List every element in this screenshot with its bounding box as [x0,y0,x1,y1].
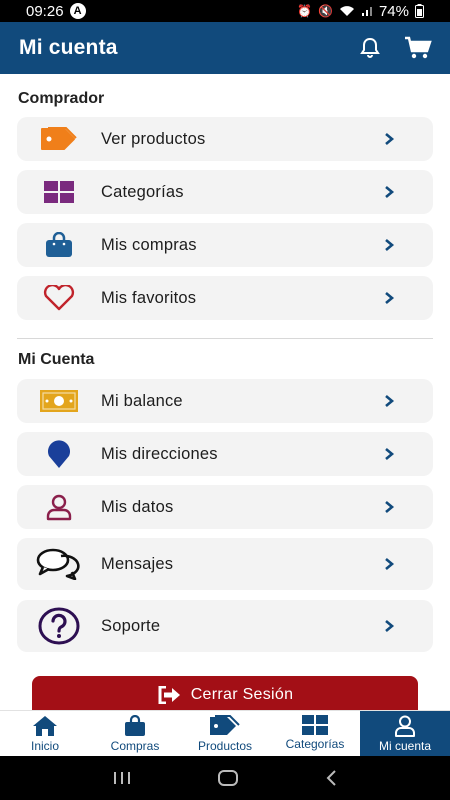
chevron-right-icon [385,558,395,570]
logout-label: Cerrar Sesión [190,686,294,703]
chat-icon [35,547,83,581]
nav-item-inicio[interactable]: Inicio [0,711,90,756]
account-menu: Comprador Ver productos Categorías Mis c… [0,74,450,710]
menu-item-soporte[interactable]: Soporte [17,600,433,652]
bell-icon[interactable] [358,36,382,60]
menu-item-mis-datos[interactable]: Mis datos [17,485,433,529]
menu-item-mis-favoritos[interactable]: Mis favoritos [17,276,433,320]
status-right: ⏰ 🔇 74% [297,3,424,20]
section-divider [17,338,433,339]
tags-icon [210,715,240,735]
menu-item-label: Mensajes [101,554,174,573]
menu-item-label: Soporte [101,616,161,635]
section-title-comprador: Comprador [18,90,105,107]
grid-icon [39,175,79,209]
nav-label: Categorías [285,737,345,751]
menu-item-label: Categorías [101,182,184,201]
menu-item-label: Mis compras [101,235,197,254]
menu-item-label: Mi balance [101,391,183,410]
battery-icon [415,4,424,18]
menu-item-mis-compras[interactable]: Mis compras [17,223,433,267]
chevron-right-icon [385,239,395,251]
chevron-right-icon [385,620,395,632]
status-bar: 09:26 A ⏰ 🔇 74% [0,0,450,22]
chevron-right-icon [385,395,395,407]
menu-item-ver-productos[interactable]: Ver productos [17,117,433,161]
logout-button[interactable]: Cerrar Sesión [32,676,418,710]
menu-item-label: Mis favoritos [101,288,197,307]
sign-out-icon [158,686,180,704]
status-indicator-icon: A [69,3,86,19]
nav-item-compras[interactable]: Compras [90,711,180,756]
back-icon[interactable] [324,769,338,787]
nav-item-productos[interactable]: Productos [180,711,270,756]
heart-icon [39,281,79,315]
app-actions [358,36,432,60]
nav-item-mi-cuenta[interactable]: Mi cuenta [360,711,450,756]
shopping-bag-icon [125,715,145,736]
help-icon [37,606,81,646]
nav-label: Compras [110,739,160,753]
tag-icon [39,122,79,156]
menu-item-mis-direcciones[interactable]: Mis direcciones [17,432,433,476]
bottom-nav: Inicio Compras Productos Categorías Mi c… [0,710,450,756]
mute-icon: 🔇 [318,4,333,18]
map-pin-icon [39,437,79,471]
home-button-icon[interactable] [217,769,239,787]
shopping-bag-icon [39,228,79,262]
nav-item-categorias[interactable]: Categorías [270,711,360,756]
menu-item-mensajes[interactable]: Mensajes [17,538,433,590]
status-time: 09:26 [26,2,64,20]
user-icon [395,715,415,737]
grid-icon [302,715,328,735]
app-bar: Mi cuenta [0,22,450,74]
cart-icon[interactable] [404,36,432,60]
system-nav-bar [0,756,450,800]
chevron-right-icon [385,186,395,198]
menu-item-label: Mis direcciones [101,444,218,463]
money-icon [39,384,79,418]
menu-item-categorias[interactable]: Categorías [17,170,433,214]
menu-item-label: Ver productos [101,129,206,148]
section-title-mi-cuenta: Mi Cuenta [18,351,95,368]
alarm-icon: ⏰ [297,4,313,18]
wifi-icon [339,6,354,16]
chevron-right-icon [385,448,395,460]
signal-icon [361,7,372,16]
nav-label: Productos [197,739,253,753]
page-title: Mi cuenta [19,36,118,59]
chevron-right-icon [385,501,395,513]
chevron-right-icon [385,133,395,145]
menu-item-mi-balance[interactable]: Mi balance [17,379,433,423]
nav-label: Inicio [30,739,59,753]
battery-level: 74% [378,2,409,20]
home-icon [33,716,57,736]
user-icon [39,490,79,524]
status-left: 09:26 A [26,3,86,20]
chevron-right-icon [385,292,395,304]
menu-item-label: Mis datos [101,497,174,516]
nav-label: Mi cuenta [378,739,432,753]
recents-icon[interactable] [112,770,132,786]
